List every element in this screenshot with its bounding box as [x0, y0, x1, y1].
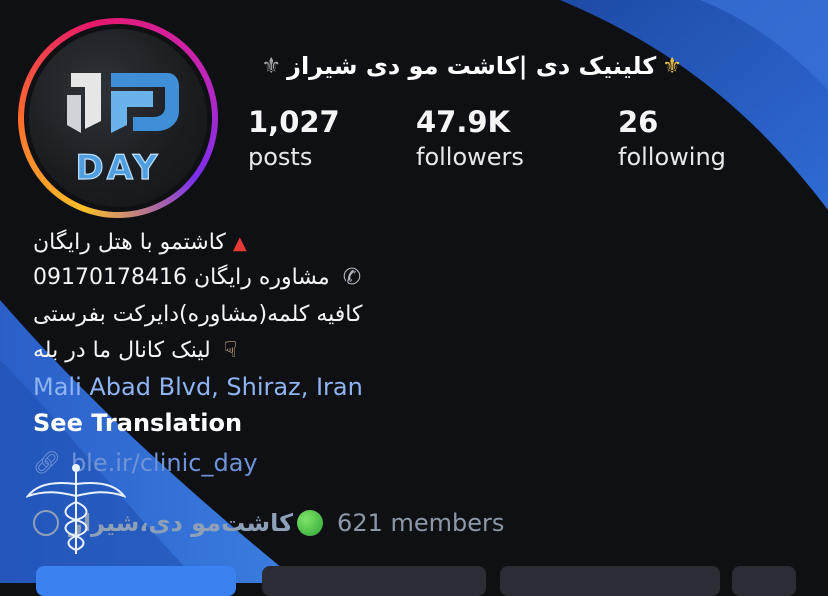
members-count: 621 members: [337, 509, 505, 537]
stat-followers[interactable]: 47.9K followers: [416, 104, 524, 174]
bio-line-4: لینک کانال ما در بله ☟: [33, 338, 237, 363]
bio-text: مشاوره رایگان 09170178416: [33, 265, 330, 290]
avatar-logo: DAY: [29, 29, 207, 207]
fleur-de-lis-icon: ⚜: [261, 53, 282, 79]
bio-line-3: کافیه کلمه(مشاوره)دایرکت بفرستی: [33, 302, 362, 327]
profile-title: ⚜ کلینیک دی |کاشت مو دی شیراز ⚜: [248, 46, 688, 86]
follow-button[interactable]: [36, 566, 236, 596]
bio-text: کاشتمو با هتل رایگان: [33, 230, 226, 255]
caduceus-icon: [26, 464, 126, 554]
profile-name: کلینیک دی |کاشت مو دی شیراز: [287, 52, 657, 80]
posts-label: posts: [248, 143, 313, 171]
pointing-down-hand-icon: ☟: [223, 338, 238, 363]
see-translation-button[interactable]: See Translation: [33, 409, 242, 437]
followers-count: 47.9K: [416, 105, 511, 139]
contact-button[interactable]: [500, 566, 720, 596]
location-link[interactable]: Mali Abad Blvd, Shiraz, Iran: [33, 373, 363, 401]
message-button[interactable]: [262, 566, 486, 596]
following-label: following: [618, 143, 726, 171]
stat-following[interactable]: 26 following: [618, 104, 726, 174]
bio-text: کافیه کلمه(مشاوره)دایرکت بفرستی: [33, 302, 363, 327]
suggest-button[interactable]: [732, 566, 796, 596]
followers-label: followers: [416, 143, 524, 171]
posts-count: 1,027: [248, 105, 340, 139]
svg-text:DAY: DAY: [76, 148, 161, 188]
bio-line-1: کاشتمو با هتل رایگان ▲: [33, 230, 247, 255]
stat-posts[interactable]: 1,027 posts: [248, 104, 340, 174]
phone-icon: ✆: [342, 265, 362, 290]
fleur-de-lis-icon: ⚜: [662, 53, 682, 79]
red-triangle-icon: ▲: [232, 233, 247, 254]
bio-text: لینک کانال ما در بله: [33, 338, 211, 363]
profile-avatar[interactable]: DAY: [18, 18, 218, 218]
bio-line-2: مشاوره رایگان 09170178416 ✆: [33, 265, 361, 290]
following-count: 26: [618, 105, 659, 139]
day-logo-icon: DAY: [67, 73, 179, 189]
green-circle-icon: [297, 510, 324, 536]
